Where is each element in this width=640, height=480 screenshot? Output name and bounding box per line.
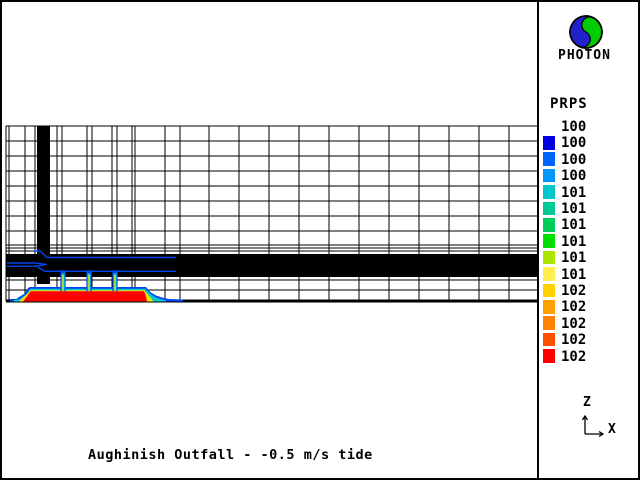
- legend-value-label: 101: [561, 251, 595, 265]
- legend-value-label: 102: [561, 333, 595, 347]
- legend-swatch: [543, 152, 555, 166]
- legend-value-label: 100: [561, 120, 595, 134]
- legend-value-label: 102: [561, 317, 595, 331]
- legend-value-label: 101: [561, 202, 595, 216]
- legend-value-label: 101: [561, 235, 595, 249]
- legend-title: PRPS: [550, 96, 588, 112]
- plume-contour-layer: [23, 291, 147, 301]
- legend-value-label: 101: [561, 268, 595, 282]
- riser-cap: [112, 270, 119, 272]
- legend-swatch: [543, 169, 555, 183]
- riser-contour-yellow: [62, 275, 63, 291]
- legend-swatch: [543, 218, 555, 232]
- legend-swatch: [543, 267, 555, 281]
- legend-swatch: [543, 185, 555, 199]
- z-axis-label: Z: [583, 395, 591, 410]
- legend-swatch: [543, 316, 555, 330]
- legend-swatch: [543, 136, 555, 150]
- riser-cap: [60, 270, 67, 272]
- legend-value-label: 102: [561, 300, 595, 314]
- riser-contour-yellow: [88, 275, 89, 291]
- plot-caption: Aughinish Outfall - -0.5 m/s tide: [88, 447, 373, 463]
- legend-value-label: 101: [561, 218, 595, 232]
- legend-value-label: 101: [561, 186, 595, 200]
- legend-swatch: [543, 284, 555, 298]
- legend-swatch: [543, 300, 555, 314]
- legend-swatch: [543, 234, 555, 248]
- legend-panel: PHOTON PRPS 100 100 100 100 101 101 101 101 101 1…: [537, 2, 640, 478]
- photon-logo-icon: [567, 13, 605, 51]
- legend-value-label: 100: [561, 153, 595, 167]
- legend-swatch: [543, 251, 555, 265]
- legend-value-label: 102: [561, 284, 595, 298]
- riser-cap: [86, 270, 93, 272]
- legend-swatch: [543, 349, 555, 363]
- x-axis-label: X: [608, 422, 616, 437]
- photon-logo-label: PHOTON: [558, 48, 611, 63]
- photon-window: PHOTON PRPS 100 100 100 100 101 101 101 101 101 1…: [0, 0, 640, 480]
- legend-swatch: [543, 333, 555, 347]
- axis-arrows-icon: [575, 410, 609, 438]
- legend-value-label: 100: [561, 136, 595, 150]
- riser-contour-yellow: [114, 275, 115, 291]
- legend-value-label: 102: [561, 350, 595, 364]
- legend-swatch: [543, 202, 555, 216]
- legend-value-label: 100: [561, 169, 595, 183]
- refined-mesh-vertical-band: [37, 126, 50, 284]
